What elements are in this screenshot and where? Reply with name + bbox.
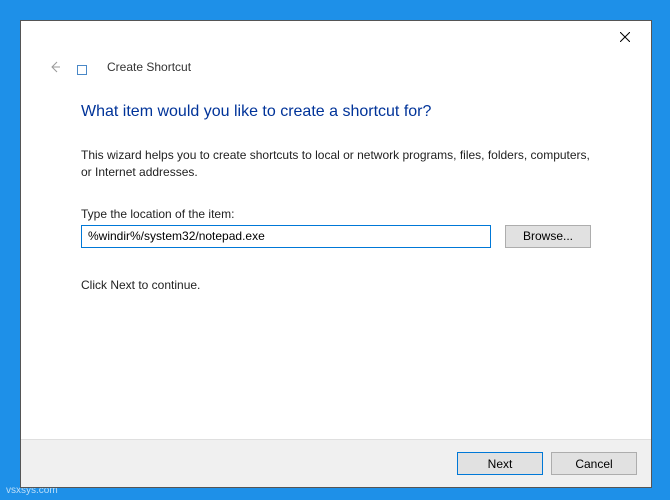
location-label: Type the location of the item:	[81, 207, 613, 221]
dialog-header: Create Shortcut	[21, 51, 651, 79]
input-row: Browse...	[81, 225, 613, 248]
browse-button[interactable]: Browse...	[505, 225, 591, 248]
page-title: Create Shortcut	[107, 60, 191, 74]
title-bar	[21, 21, 651, 51]
close-icon	[620, 32, 630, 42]
cancel-button[interactable]: Cancel	[551, 452, 637, 475]
next-button[interactable]: Next	[457, 452, 543, 475]
dialog-footer: Next Cancel	[21, 439, 651, 487]
back-arrow-icon	[48, 60, 62, 74]
close-button[interactable]	[607, 25, 643, 49]
back-button[interactable]	[47, 59, 63, 75]
continue-hint: Click Next to continue.	[81, 278, 613, 292]
dialog-window: Create Shortcut What item would you like…	[20, 20, 652, 488]
shortcut-icon	[77, 59, 93, 75]
dialog-content: What item would you like to create a sho…	[21, 79, 651, 439]
wizard-description: This wizard helps you to create shortcut…	[81, 147, 601, 181]
location-input[interactable]	[81, 225, 491, 248]
wizard-heading: What item would you like to create a sho…	[81, 103, 613, 121]
